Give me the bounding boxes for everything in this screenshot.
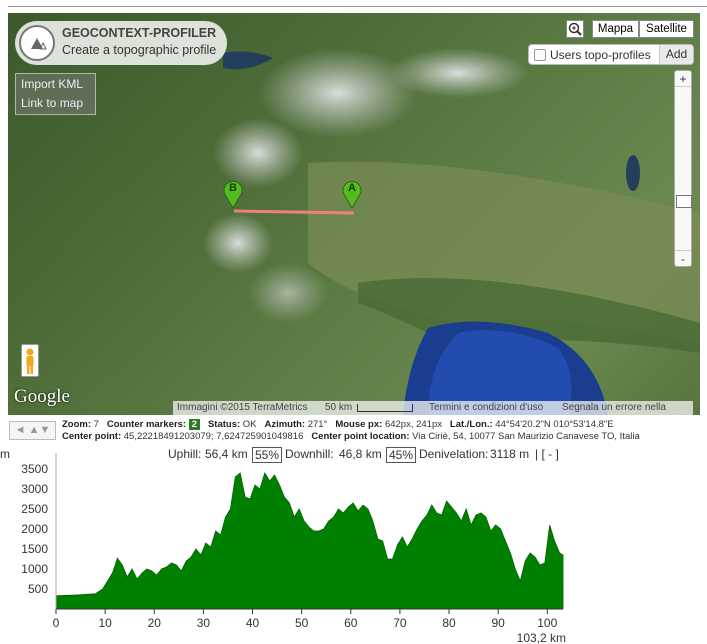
x-tick-label: 20 <box>148 616 162 630</box>
map-type-mappa-button[interactable]: Mappa <box>592 20 639 38</box>
x-axis-total-label: 103,2 km <box>517 631 566 644</box>
y-tick-label: 500 <box>28 582 48 596</box>
mouse-value: 642px, 241px <box>384 419 442 430</box>
downhill-value: 46,8 km <box>339 447 382 461</box>
pegman-icon[interactable] <box>21 344 39 377</box>
elevation-profile-svg: 500 1000 1500 2000 2500 3000 3500 0 10 20 30 40 50 60… <box>21 453 566 644</box>
latlon-value: 44°54'20.2"N 010°53'14.8"E <box>495 419 614 430</box>
y-tick-label: 2000 <box>21 522 48 536</box>
x-tick-label: 50 <box>295 616 309 630</box>
satellite-map[interactable]: B A GEOCONTEXT-PROFILER Create a topogra… <box>8 13 700 415</box>
uphill-value: 56,4 km <box>205 447 248 461</box>
denivelation-label: Denivelation: <box>419 447 489 461</box>
x-tick-label: 40 <box>246 616 260 630</box>
counter-label: Counter markers: <box>106 419 187 430</box>
side-panel: Import KML Link to map <box>15 73 96 115</box>
link-to-map-link[interactable]: Link to map <box>21 96 83 110</box>
imagery-credit: Immagini ©2015 TerraMetrics <box>177 402 308 413</box>
denivelation-value: 3118 m <box>490 447 530 461</box>
zoom-magnifier-icon[interactable] <box>566 20 584 38</box>
users-profiles-label: Users topo-profiles <box>550 48 651 62</box>
y-tick-label: 1000 <box>21 562 48 576</box>
y-unit-label: m <box>0 447 10 461</box>
azimuth-value: 271° <box>307 419 328 430</box>
map-type-satellite-button[interactable]: Satellite <box>639 20 694 38</box>
zoom-value: 7 <box>93 419 99 430</box>
users-profiles-checkbox[interactable] <box>534 49 546 61</box>
elevation-profile-chart[interactable]: 500 1000 1500 2000 2500 3000 3500 0 10 20 30 40 50 60… <box>0 443 707 644</box>
top-divider <box>8 6 707 7</box>
status-label: Status: <box>207 419 241 430</box>
collapse-toggle[interactable]: | [ - ] <box>535 447 559 461</box>
info-line-1: Zoom: 7 Counter markers: 2 Status: OK Az… <box>62 419 614 430</box>
y-tick-label: 3000 <box>21 482 48 496</box>
users-profiles-box: Users topo-profiles Add <box>528 44 694 65</box>
google-logo[interactable]: Google <box>14 386 70 408</box>
zoom-label: Zoom: <box>62 419 92 430</box>
zoom-out-button[interactable]: - <box>675 250 691 266</box>
app-title: GEOCONTEXT-PROFILER <box>62 26 217 40</box>
app-logo-box[interactable]: GEOCONTEXT-PROFILER Create a topographic… <box>15 21 227 65</box>
route-line <box>233 209 355 215</box>
x-tick-label: 100 <box>537 616 557 630</box>
zoom-slider-thumb[interactable] <box>676 195 692 208</box>
uphill-percent: 55% <box>252 447 283 463</box>
x-tick-label: 10 <box>98 616 112 630</box>
latlon-label: Lat./Lon.: <box>449 419 493 430</box>
report-error-link[interactable]: Segnala un errore nella mappa <box>562 401 693 415</box>
y-tick-label: 2500 <box>21 502 48 516</box>
marker-a-label: A <box>348 182 356 194</box>
center-point-value: 45,22218491203079; 7,624725901049816 <box>123 431 304 442</box>
app-subtitle: Create a topographic profile <box>62 43 217 57</box>
x-tick-label: 30 <box>197 616 211 630</box>
x-tick-label: 60 <box>344 616 358 630</box>
azimuth-label: Azimuth: <box>264 419 306 430</box>
mouse-label: Mouse px: <box>335 419 383 430</box>
users-profiles-add-button[interactable]: Add <box>659 45 693 64</box>
downhill-label: Downhill: <box>285 447 334 461</box>
y-tick-label: 3500 <box>21 462 48 476</box>
zoom-in-button[interactable]: + <box>675 71 691 87</box>
map-attribution: Immagini ©2015 TerraMetrics 50 km Termin… <box>173 401 693 415</box>
downhill-percent: 45% <box>386 447 417 463</box>
info-line-2: Center point: 45,22218491203079; 7,62472… <box>62 431 640 442</box>
marker-b[interactable]: B <box>222 179 244 209</box>
scale-bar <box>357 404 413 412</box>
x-tick-label: 80 <box>442 616 456 630</box>
x-tick-label: 70 <box>393 616 407 630</box>
terms-link[interactable]: Termini e condizioni d'uso <box>429 401 543 415</box>
uphill-label: Uphill: <box>168 447 202 461</box>
counter-badge: 2 <box>188 419 201 430</box>
x-tick-label: 0 <box>53 616 60 630</box>
status-value: OK <box>242 419 257 430</box>
marker-b-label: B <box>229 182 237 194</box>
center-location-value: Via Ciriè, 54, 10077 San Maurizio Canave… <box>412 431 640 442</box>
scale-label: 50 km <box>325 402 353 413</box>
center-location-label: Center point location: <box>311 431 410 442</box>
app-logo-icon <box>19 25 55 61</box>
zoom-slider[interactable]: + - <box>674 70 692 267</box>
elevation-area <box>55 472 564 610</box>
y-tick-label: 1500 <box>21 542 48 556</box>
import-kml-link[interactable]: Import KML <box>21 77 83 91</box>
x-tick-label: 90 <box>491 616 505 630</box>
nav-arrows-icon[interactable]: ◄ ▲▼ <box>9 421 56 440</box>
center-point-label: Center point: <box>62 431 122 442</box>
marker-a[interactable]: A <box>341 179 363 209</box>
